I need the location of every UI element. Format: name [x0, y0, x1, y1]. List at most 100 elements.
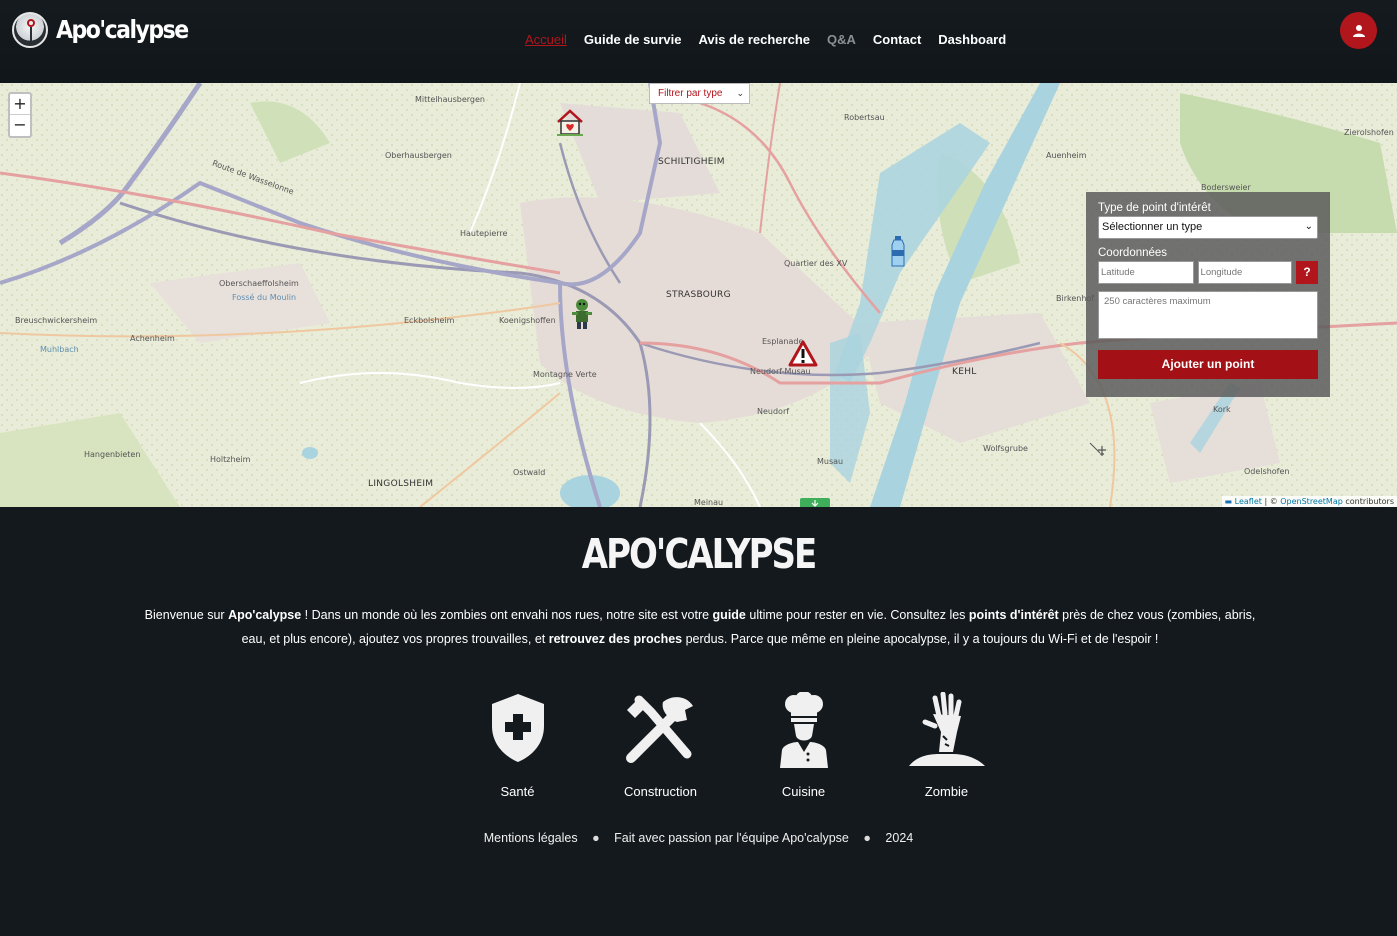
chef-icon [779, 692, 828, 768]
map-attribution: ▬ Leaflet | © OpenStreetMap contributors [1221, 496, 1397, 507]
marker-airport [1097, 443, 1107, 461]
map-label-mittelhausbergen: Mittelhausbergen [415, 95, 485, 104]
map-label-oberschaeffolsheim: Oberschaeffolsheim [219, 279, 299, 288]
map-label-ostwald: Ostwald [513, 468, 546, 477]
intro-description: Bienvenue sur Apo'calypse ! Dans un mond… [144, 608, 1256, 646]
zoom-in-button[interactable]: + [10, 94, 30, 115]
map-label-montagne-verte: Montagne Verte [533, 370, 597, 379]
latitude-input[interactable]: Latitude [1098, 261, 1194, 284]
map-label-quartier-xv: Quartier des XV [784, 259, 848, 268]
zombie-icon [572, 299, 592, 329]
map-label-fosse-moulin: Fossé du Moulin [232, 293, 297, 302]
nav-dashboard[interactable]: Dashboard [938, 32, 1006, 47]
attribution-separator: | © [1261, 497, 1281, 506]
map-label-eckbolsheim: Eckbolsheim [404, 316, 455, 325]
zoom-control: + − [8, 92, 32, 138]
filter-type-select[interactable]: Filtrer par type ⌄ [649, 83, 750, 104]
map-label-strasbourg: STRASBOURG [666, 290, 731, 300]
map-label-musau: Musau [817, 457, 844, 466]
longitude-input[interactable]: Longitude [1197, 261, 1293, 284]
bullet-icon: ● [863, 831, 871, 845]
map-label-oberhausbergen: Oberhausbergen [385, 151, 452, 160]
map-label-bodersweier: Bodersweier [1201, 183, 1251, 192]
top-navbar: Apo'calypse Accueil Guide de survie Avis… [0, 0, 1397, 83]
nav-accueil[interactable]: Accueil [525, 32, 567, 47]
footer: Mentions légales ● Fait avec passion par… [0, 831, 1397, 845]
chevron-down-icon: ⌄ [1304, 221, 1313, 232]
green-marker-icon [800, 498, 830, 507]
coords-help-button[interactable]: ? [1296, 261, 1318, 284]
tools-icon [625, 695, 693, 763]
house-heart-icon [557, 109, 583, 136]
nav-qa[interactable]: Q&A [827, 32, 856, 47]
map-label-kork: Kork [1213, 405, 1231, 414]
poi-form-panel: Type de point d'intérêt Sélectionner un … [1086, 192, 1330, 397]
chevron-down-icon: ⌄ [736, 88, 744, 98]
user-account-button[interactable] [1340, 12, 1377, 49]
footer-credit: Fait avec passion par l'équipe Apo'calyp… [614, 831, 849, 845]
type-select-value: Sélectionner un type [1102, 221, 1203, 233]
attribution-contributors: contributors [1342, 497, 1394, 506]
features-row: Santé Construction Cuisine Zombie [446, 692, 1018, 799]
map-label-koenigshoffen: Koenigshoffen [499, 316, 556, 325]
feature-label: Santé [500, 784, 535, 799]
marker-water[interactable] [890, 236, 906, 273]
coords-label: Coordonnées [1098, 247, 1168, 259]
type-select[interactable]: Sélectionner un type ⌄ [1098, 216, 1318, 239]
logo-icon [12, 12, 48, 48]
nav-avis-de-recherche[interactable]: Avis de recherche [698, 32, 810, 47]
marker-danger[interactable] [788, 340, 818, 373]
description-textarea[interactable]: 250 caractères maximum [1098, 291, 1318, 339]
filter-type-label: Filtrer par type [658, 88, 723, 99]
airport-icon [1098, 446, 1106, 456]
osm-link[interactable]: OpenStreetMap [1280, 497, 1343, 506]
map-label-meinau: Meinau [694, 498, 724, 507]
feature-zombie[interactable]: Zombie [875, 692, 1018, 799]
map-label-kehl: KEHL [952, 367, 977, 377]
type-label: Type de point d'intérêt [1098, 202, 1211, 214]
map-label-neudorf: Neudorf [757, 407, 790, 416]
zombie-hand-icon [908, 692, 985, 766]
map-label-breuschwickersheim: Breuschwickersheim [15, 316, 98, 325]
brand-name: Apo'calypse [56, 15, 189, 45]
zoom-out-button[interactable]: − [10, 115, 30, 136]
map-view[interactable]: + − Filtrer par type ⌄ SCHILTIGHEIM STRA… [0, 83, 1397, 507]
map-label-robertsau: Robertsau [844, 113, 885, 122]
map-label-schiltigheim: SCHILTIGHEIM [658, 157, 725, 167]
intro-section: APO'CALYPSE Bienvenue sur Apo'calypse ! … [0, 507, 1397, 936]
coords-row: Latitude Longitude ? [1098, 261, 1318, 284]
feature-construction[interactable]: Construction [589, 692, 732, 799]
map-label-achenheim: Achenheim [130, 334, 175, 343]
bullet-icon: ● [592, 831, 600, 845]
footer-year: 2024 [885, 831, 914, 845]
feature-sante[interactable]: Santé [446, 692, 589, 799]
intro-title: APO'CALYPSE [581, 531, 817, 579]
map-label-holtzheim: Holtzheim [210, 455, 251, 464]
nav-guide-de-survie[interactable]: Guide de survie [584, 32, 682, 47]
map-label-hangenbieten: Hangenbieten [84, 450, 141, 459]
map-label-auenheim: Auenheim [1046, 151, 1087, 160]
nav-contact[interactable]: Contact [873, 32, 921, 47]
marker-shelter[interactable] [555, 109, 585, 142]
map-label-wolfsgrube: Wolfsgrube [983, 444, 1028, 453]
map-label-zierolshofen: Zierolshofen [1344, 128, 1394, 137]
brand[interactable]: Apo'calypse [12, 12, 189, 48]
feature-label: Construction [624, 784, 697, 799]
map-label-hautepierre: Hautepierre [460, 229, 508, 238]
map-label-odelshofen: Odelshofen [1244, 467, 1290, 476]
marker-zombie[interactable] [570, 298, 594, 335]
health-shield-icon [491, 694, 544, 762]
warning-triangle-icon [788, 340, 818, 367]
feature-label: Cuisine [781, 784, 826, 799]
marker-green[interactable] [800, 496, 830, 507]
water-bottle-icon [891, 236, 905, 267]
main-nav: Accueil Guide de survie Avis de recherch… [525, 32, 1023, 47]
feature-cuisine[interactable]: Cuisine [732, 692, 875, 799]
feature-label: Zombie [924, 784, 969, 799]
add-point-button[interactable]: Ajouter un point [1098, 350, 1318, 379]
flag-icon: ▬ [1224, 497, 1233, 506]
map-label-lingolsheim: LINGOLSHEIM [368, 479, 434, 489]
leaflet-link[interactable]: Leaflet [1235, 497, 1262, 506]
user-icon [1352, 24, 1365, 37]
legal-link[interactable]: Mentions légales [484, 831, 578, 845]
